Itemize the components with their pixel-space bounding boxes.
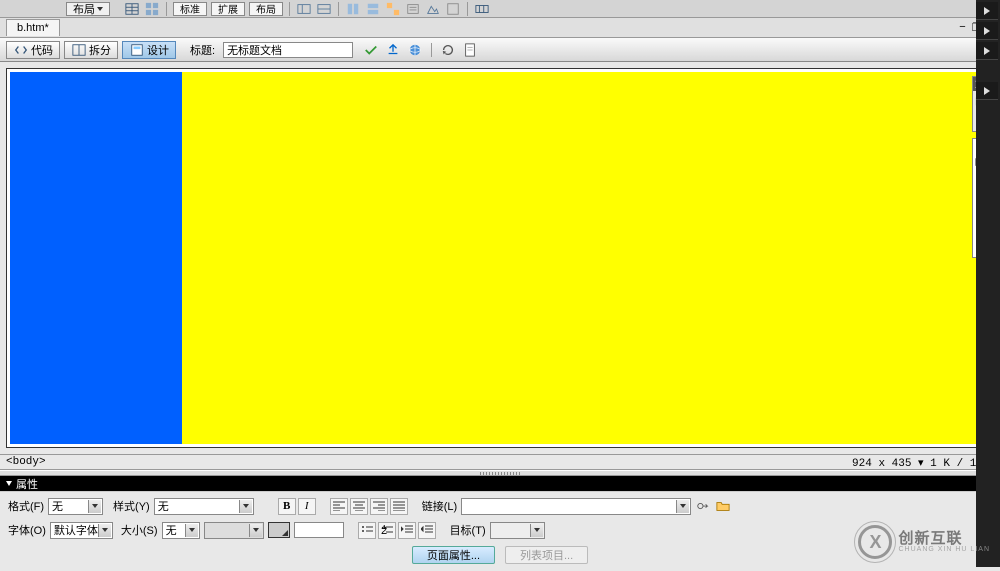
bold-button[interactable]: B (278, 498, 296, 515)
globe-icon[interactable] (407, 42, 423, 58)
code-view-button[interactable]: 代码 (6, 41, 60, 59)
target-select[interactable] (490, 522, 545, 539)
link-label: 链接(L) (422, 498, 457, 514)
document-tab-label: b.htm* (17, 22, 49, 34)
layout-tool-9[interactable] (474, 1, 490, 17)
design-canvas[interactable] (6, 68, 994, 448)
collapse-triangle-icon (6, 481, 12, 486)
layout-tool-5[interactable] (385, 1, 401, 17)
page-icon[interactable] (462, 42, 478, 58)
upload-icon[interactable] (385, 42, 401, 58)
title-input[interactable] (223, 42, 353, 58)
split-view-label: 拆分 (89, 42, 111, 58)
blue-div[interactable] (10, 72, 182, 444)
font-select[interactable]: 默认字体 (50, 522, 113, 539)
grid-icon[interactable] (144, 1, 160, 17)
layout-tool-7[interactable] (425, 1, 441, 17)
color-hex-input[interactable] (294, 522, 344, 538)
layout-tool-6[interactable] (405, 1, 421, 17)
target-label: 目标(T) (450, 522, 486, 538)
title-label: 标题: (190, 42, 215, 58)
window-minimize[interactable]: − (959, 21, 965, 34)
format-label: 格式(F) (8, 498, 44, 514)
tab-layout[interactable]: 布局 (249, 2, 283, 16)
browse-folder-icon[interactable] (715, 498, 731, 514)
layout-tool-2[interactable] (316, 1, 332, 17)
chevron-down-icon (97, 7, 103, 11)
right-rail (976, 0, 1000, 567)
svg-text:2: 2 (381, 525, 387, 535)
text-color-picker[interactable] (268, 522, 290, 538)
tab-standard[interactable]: 标准 (173, 2, 207, 16)
indent-button[interactable] (418, 522, 436, 539)
layout-tool-1[interactable] (296, 1, 312, 17)
document-tab[interactable]: b.htm* (6, 19, 60, 36)
properties-title: 属性 (16, 476, 38, 492)
top-toolbar: 布局 标准 扩展 布局 (0, 0, 1000, 18)
design-icon (129, 42, 145, 58)
design-view-label: 设计 (147, 42, 169, 58)
font-label: 字体(O) (8, 522, 46, 538)
rail-expand-3[interactable] (976, 42, 998, 60)
tab-extend[interactable]: 扩展 (211, 2, 245, 16)
layout-menu-label: 布局 (73, 1, 95, 17)
logo-name: 创新互联 (898, 531, 990, 546)
yellow-div[interactable] (182, 72, 990, 444)
layout-tool-3[interactable] (345, 1, 361, 17)
view-toolbar: 代码 拆分 设计 标题: (0, 38, 1000, 62)
logo-mark: X (858, 525, 892, 559)
align-justify-button[interactable] (390, 498, 408, 515)
align-left-button[interactable] (330, 498, 348, 515)
split-icon (71, 42, 87, 58)
ordered-list-button[interactable]: 12 (378, 522, 396, 539)
align-right-button[interactable] (370, 498, 388, 515)
rail-expand-4[interactable] (976, 82, 998, 100)
layout-menu[interactable]: 布局 (66, 2, 110, 16)
align-center-button[interactable] (350, 498, 368, 515)
style-select[interactable]: 无 (154, 498, 254, 515)
outdent-button[interactable] (398, 522, 416, 539)
code-icon (13, 42, 29, 58)
properties-panel: ? 格式(F) 无 样式(Y) 无 B I 链接(L) 字体(O) 默认字体 大… (0, 491, 1000, 571)
rail-expand-2[interactable] (976, 22, 998, 40)
logo-sub: CHUANG XIN HU LIAN (898, 546, 990, 553)
dimensions-readout[interactable]: 924 x 435 ▾ 1 K / 1 秒 (852, 454, 994, 470)
style-label: 样式(Y) (113, 498, 150, 514)
list-items-button[interactable]: 列表项目... (505, 546, 588, 564)
refresh-icon[interactable] (440, 42, 456, 58)
unordered-list-button[interactable] (358, 522, 376, 539)
layout-tool-4[interactable] (365, 1, 381, 17)
properties-header[interactable]: 属性 (0, 476, 1000, 491)
split-view-button[interactable]: 拆分 (64, 41, 118, 59)
table-icon[interactable] (124, 1, 140, 17)
size-select[interactable]: 无 (162, 522, 200, 539)
rail-expand-1[interactable] (976, 2, 998, 20)
status-bar: <body> 924 x 435 ▾ 1 K / 1 秒 (0, 454, 1000, 470)
point-to-file-icon[interactable] (695, 498, 711, 514)
document-tab-bar: b.htm* − ❐ × (0, 18, 1000, 38)
code-view-label: 代码 (31, 42, 53, 58)
link-select[interactable] (461, 498, 691, 515)
italic-button[interactable]: I (298, 498, 316, 515)
validate-icon[interactable] (363, 42, 379, 58)
tag-path[interactable]: <body> (6, 456, 46, 468)
size-label: 大小(S) (121, 522, 158, 538)
layout-tool-8[interactable] (445, 1, 461, 17)
logo-watermark: X 创新互联 CHUANG XIN HU LIAN (858, 525, 990, 559)
design-view-button[interactable]: 设计 (122, 41, 176, 59)
page-properties-button[interactable]: 页面属性... (412, 546, 495, 564)
format-select[interactable]: 无 (48, 498, 103, 515)
size-unit-select[interactable] (204, 522, 264, 539)
